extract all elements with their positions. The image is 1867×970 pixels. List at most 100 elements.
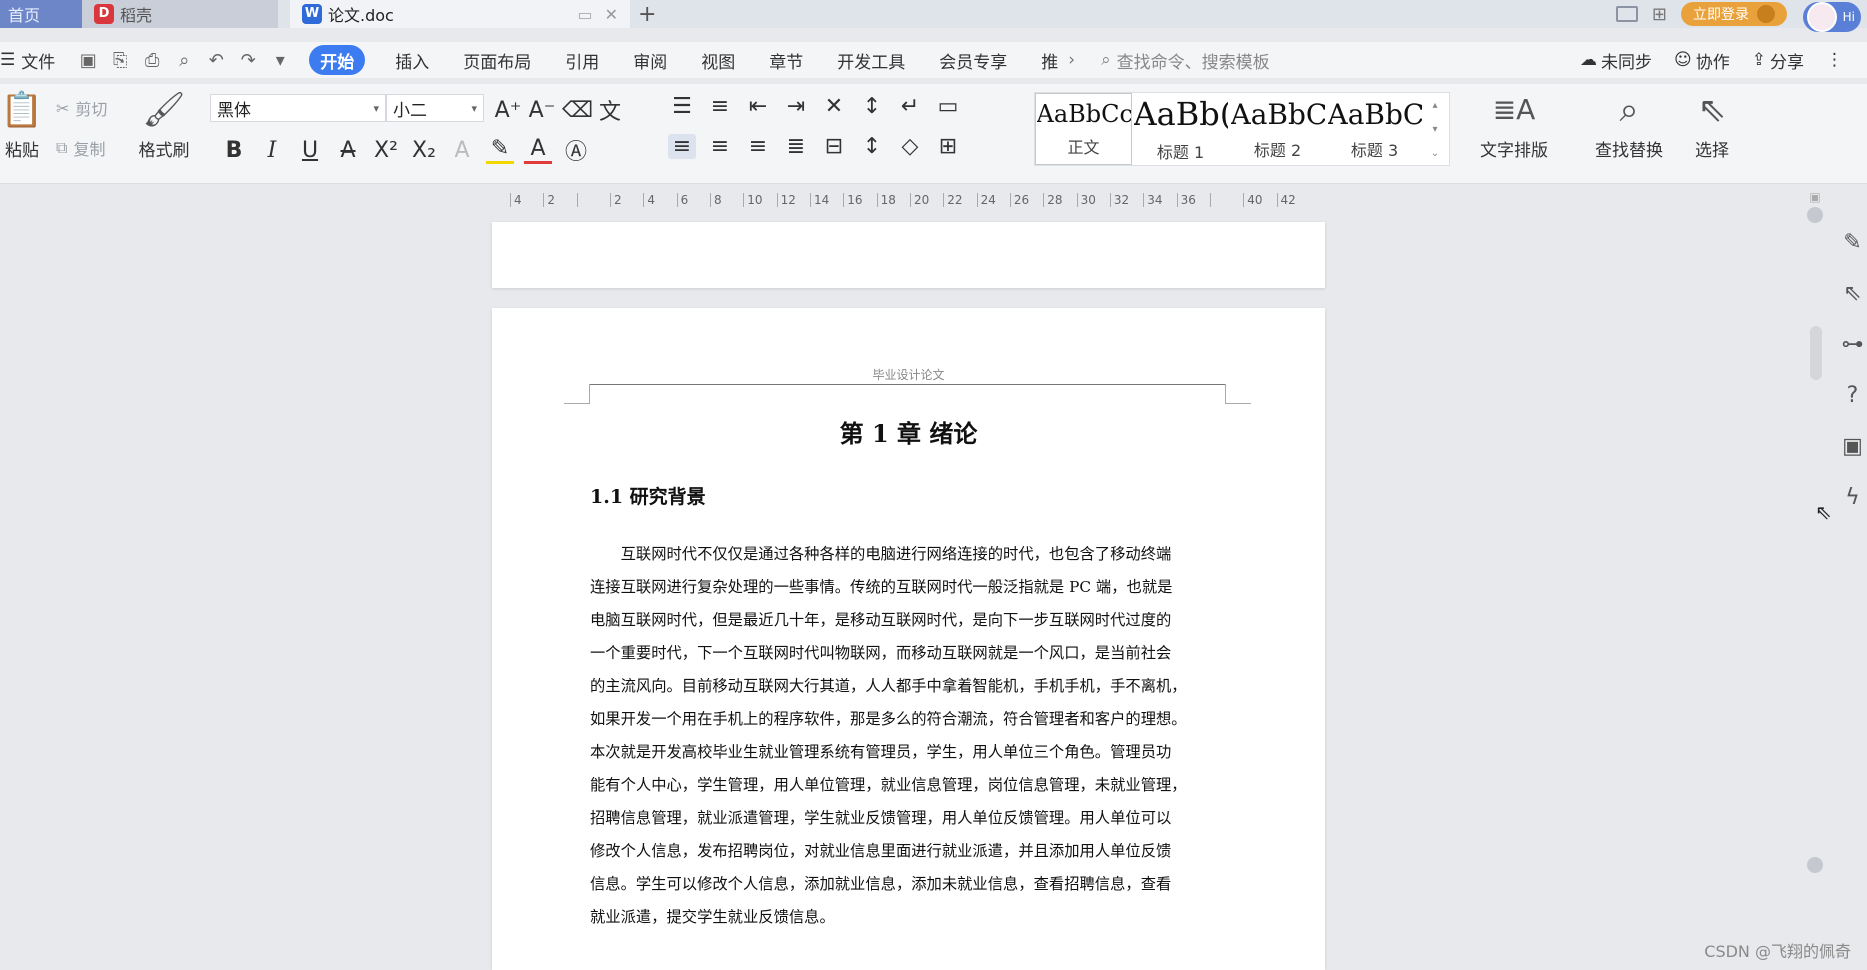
style-normal[interactable]: AaBbCcI 正文: [1035, 93, 1132, 165]
align-center-icon[interactable]: ≡: [706, 134, 734, 159]
grow-font-icon[interactable]: A⁺: [494, 98, 522, 123]
tab-references[interactable]: 引用: [551, 45, 613, 75]
clear-format-icon[interactable]: ⌫: [562, 98, 593, 123]
increase-indent-icon[interactable]: ⇥: [782, 94, 810, 119]
share-button[interactable]: ⇪ 分享: [1752, 48, 1804, 73]
print-preview-icon[interactable]: ⌕: [171, 47, 197, 73]
shrink-font-icon[interactable]: A⁻: [528, 98, 556, 123]
highlight-icon[interactable]: ✎: [486, 136, 514, 164]
style-heading-3[interactable]: AaBbCc 标题 3: [1326, 93, 1423, 165]
tab-chapter[interactable]: 章节: [755, 45, 817, 75]
tab-stops-icon[interactable]: ▭: [934, 94, 962, 119]
bullet-list-icon[interactable]: ☰: [668, 94, 696, 119]
paste-button[interactable]: 📋 粘贴: [0, 90, 44, 161]
style-heading-2[interactable]: AaBbC 标题 2: [1229, 93, 1326, 165]
underline-icon[interactable]: U: [296, 138, 324, 163]
sync-button[interactable]: ☁ 未同步: [1580, 48, 1652, 73]
justify-icon[interactable]: ≣: [782, 134, 810, 159]
format-painter-label: 格式刷: [138, 141, 190, 161]
text-layout-button[interactable]: ≣A 文字排版: [1468, 90, 1560, 161]
borders-icon[interactable]: ⊞: [934, 134, 962, 159]
subscript-icon[interactable]: X₂: [410, 138, 438, 163]
show-marks-icon[interactable]: ↵: [896, 94, 924, 119]
text-effect-icon[interactable]: A: [448, 138, 476, 163]
redo-icon[interactable]: ↷: [235, 47, 261, 73]
ruler-tick: 40: [1243, 193, 1276, 207]
close-tab-icon[interactable]: ✕: [605, 5, 618, 24]
new-tab-icon[interactable]: +: [638, 2, 656, 27]
chevron-down-icon: ▾: [471, 101, 477, 115]
export-icon[interactable]: ⎘: [107, 47, 133, 73]
shading-icon[interactable]: ◇: [896, 134, 924, 159]
grid-icon[interactable]: ⊞: [1652, 4, 1667, 25]
magnifier-icon: ⌕: [1619, 90, 1639, 130]
tab-home[interactable]: 首页: [0, 0, 82, 28]
scroll-up-icon[interactable]: [1807, 207, 1823, 223]
italic-icon[interactable]: I: [258, 138, 286, 163]
tab-recommend[interactable]: 推: [1027, 45, 1062, 75]
font-name-select[interactable]: 黑体 ▾: [210, 94, 386, 122]
align-left-icon[interactable]: ≡: [668, 134, 696, 159]
numbered-list-icon[interactable]: ≡: [706, 94, 734, 119]
more-options-icon[interactable]: ⋮: [1826, 50, 1843, 70]
chevron-up-icon[interactable]: ▴: [1432, 100, 1437, 111]
screen-icon[interactable]: ▭: [577, 5, 592, 24]
bold-icon[interactable]: B: [220, 138, 248, 163]
print-icon[interactable]: ⎙: [139, 47, 165, 73]
assistant-badge[interactable]: Hi: [1803, 2, 1861, 32]
scroll-down-icon[interactable]: [1807, 857, 1823, 873]
cut-button[interactable]: ✂ 剪切: [56, 96, 107, 120]
tab-view[interactable]: 视图: [687, 45, 749, 75]
tab-insert[interactable]: 插入: [381, 45, 443, 75]
tab-page-layout[interactable]: 页面布局: [449, 45, 545, 75]
format-painter-button[interactable]: 🖌 格式刷: [134, 90, 194, 161]
collab-button[interactable]: ☺ 协作: [1674, 48, 1730, 73]
style-gallery-scroll[interactable]: ▴ ▾ ⌄: [1423, 93, 1447, 165]
tab-start[interactable]: 开始: [309, 45, 366, 75]
horizontal-ruler[interactable]: 4 2 2 4 6 8 10 12 14 16 18 20 22 24 26 28 30 32 34 36 40 42: [510, 190, 1310, 210]
phonetic-icon[interactable]: 文: [596, 94, 624, 126]
copy-button[interactable]: ⧉ 复制: [56, 136, 105, 160]
strikethrough-icon[interactable]: A: [334, 138, 362, 163]
scroll-top-icon[interactable]: ▣: [1806, 190, 1824, 204]
tab-review[interactable]: 审阅: [619, 45, 681, 75]
layout-icon[interactable]: [1615, 6, 1638, 22]
chinese-layout-icon[interactable]: ✕: [820, 94, 848, 119]
sort-icon[interactable]: ↕: [858, 94, 886, 119]
more-tabs-icon[interactable]: ›: [1068, 50, 1075, 70]
line-spacing-icon[interactable]: ↕: [858, 134, 886, 159]
style-heading-1[interactable]: AaBb( 标题 1: [1132, 93, 1229, 165]
tab-member[interactable]: 会员专享: [925, 45, 1021, 75]
font-size-select[interactable]: 小二 ▾: [386, 94, 484, 122]
login-button[interactable]: 立即登录: [1681, 2, 1787, 26]
expand-icon[interactable]: ⌄: [1431, 148, 1439, 159]
select-button[interactable]: ⇖ 选择: [1684, 90, 1740, 161]
vertical-scrollbar[interactable]: ▣: [1806, 190, 1824, 950]
tab-docer[interactable]: D 稻壳: [82, 0, 278, 28]
chevron-down-icon[interactable]: ▾: [1432, 124, 1437, 135]
font-color-icon[interactable]: A: [524, 136, 552, 164]
save-icon[interactable]: ▣: [75, 47, 101, 73]
pointer-icon[interactable]: ⇖: [1843, 281, 1861, 306]
ruler-tick: 10: [743, 193, 776, 207]
tab-document[interactable]: W 论文.doc ▭ ✕: [290, 0, 630, 28]
undo-icon[interactable]: ↶: [203, 47, 229, 73]
decrease-indent-icon[interactable]: ⇤: [744, 94, 772, 119]
document-page[interactable]: 毕业设计论文 第 1 章 绪论 1.1 研究背景 互联网时代不仅仅是通过各种各样…: [492, 308, 1325, 970]
share-label: 分享: [1770, 52, 1804, 73]
file-menu[interactable]: ☰ 文件: [0, 45, 69, 75]
help-icon[interactable]: ?: [1847, 383, 1859, 408]
customize-icon[interactable]: ▾: [267, 47, 293, 73]
align-right-icon[interactable]: ≡: [744, 134, 772, 159]
char-border-icon[interactable]: Ⓐ: [562, 134, 590, 166]
tab-developer[interactable]: 开发工具: [823, 45, 919, 75]
find-replace-button[interactable]: ⌕ 查找替换: [1584, 90, 1674, 161]
command-search[interactable]: ⌕ 查找命令、搜索模板: [1101, 48, 1270, 73]
pen-icon[interactable]: ✎: [1843, 230, 1861, 255]
scroll-thumb[interactable]: [1810, 326, 1822, 380]
slider-icon[interactable]: ⊶: [1842, 332, 1864, 357]
image-icon[interactable]: ▣: [1842, 434, 1863, 459]
superscript-icon[interactable]: X²: [372, 138, 400, 163]
lightning-icon[interactable]: ϟ: [1845, 485, 1860, 510]
distributed-icon[interactable]: ⊟: [820, 134, 848, 159]
